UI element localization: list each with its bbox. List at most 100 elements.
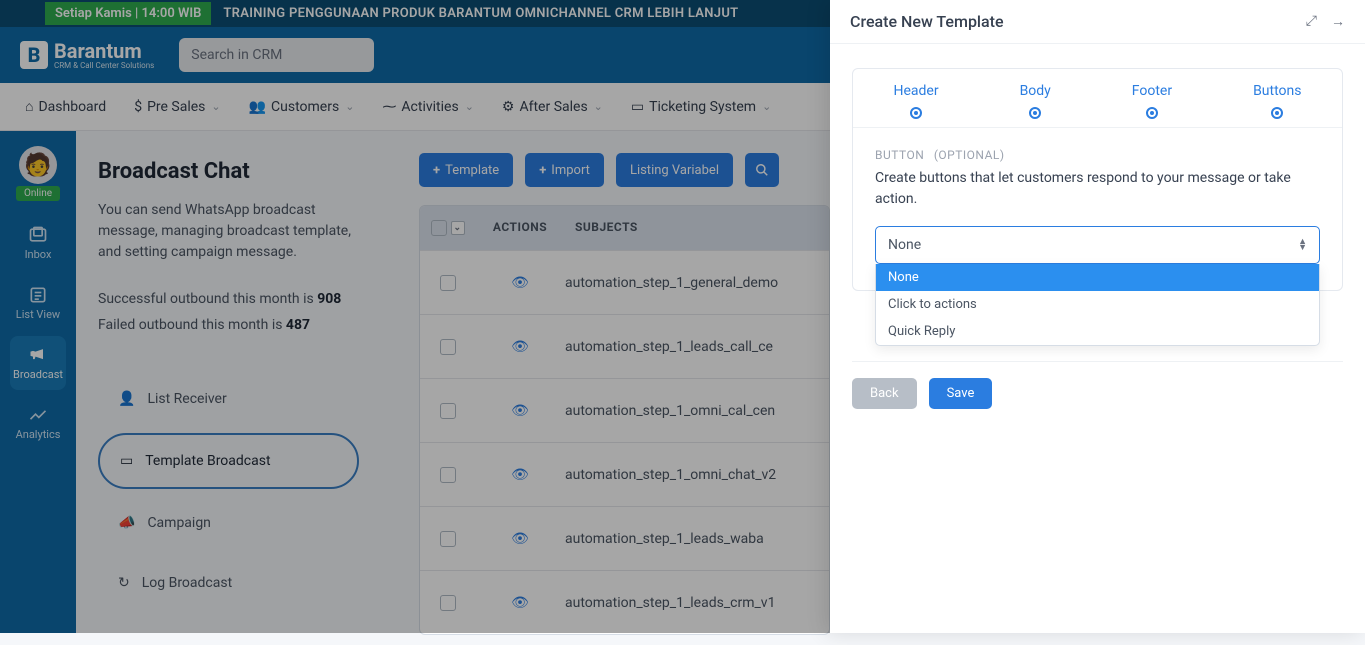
menu-item-label: List Receiver [147,391,226,407]
row-checkbox[interactable] [420,403,475,419]
sidebar-item-label: Broadcast [13,368,63,381]
nav-label: Dashboard [38,99,106,115]
select-dropdown: None Click to actions Quick Reply [875,264,1320,346]
sidebar-item-listview[interactable]: List View [10,276,66,330]
save-button[interactable]: Save [929,378,993,409]
step-dot-icon [1029,107,1041,119]
menu-item-template-broadcast[interactable]: ▭ Template Broadcast [98,433,359,489]
chevron-down-icon: ⌄ [762,100,771,113]
activity-icon: ⁓ [382,99,396,115]
step-label: Body [1020,83,1051,99]
row-view-action[interactable]: 👁 [475,531,565,547]
search-button[interactable] [745,153,779,187]
dropdown-option-quick-reply[interactable]: Quick Reply [876,318,1319,345]
row-checkbox[interactable] [420,467,475,483]
card-icon: ▭ [120,453,133,469]
home-icon: ⌂ [25,98,33,115]
template-button[interactable]: +Template [419,153,513,187]
nav-activities[interactable]: ⁓ Activities ⌄ [382,99,473,115]
dropdown-option-none[interactable]: None [876,264,1319,291]
select-box[interactable]: None ▲▼ [875,226,1320,264]
nav-label: Pre Sales [147,99,205,115]
row-view-action[interactable]: 👁 [475,403,565,419]
row-view-action[interactable]: 👁 [475,339,565,355]
search-input[interactable]: Search in CRM [179,38,374,72]
sidebar-item-broadcast[interactable]: Broadcast [10,336,66,390]
section-description: Create buttons that let customers respon… [875,168,1320,210]
eye-icon: 👁 [511,467,529,483]
menu-item-list-receiver[interactable]: 👤 List Receiver [98,373,359,425]
eye-icon: 👁 [511,403,529,419]
step-dot-icon [910,107,922,119]
chevron-down-icon[interactable]: ⌄ [451,221,465,235]
create-template-drawer: Create New Template ⤢ → Header Body Foot… [830,0,1365,633]
stat-failed: Failed outbound this month is 487 [98,317,359,333]
nav-aftersales[interactable]: ⚙ After Sales ⌄ [502,99,603,115]
stepper: Header Body Footer Buttons [853,69,1342,128]
status-badge: Online [16,186,60,201]
broadcast-table: ⌄ ACTIONS SUBJECTS 👁 automation_step_1_g… [419,205,830,635]
plus-icon: + [433,163,440,178]
folder-icon: ▭ [631,99,644,115]
step-label: Buttons [1253,83,1301,99]
dropdown-option-click-to-actions[interactable]: Click to actions [876,291,1319,318]
close-arrow-icon[interactable]: → [1331,13,1345,30]
row-checkbox[interactable] [420,531,475,547]
row-checkbox[interactable] [420,275,475,291]
drawer-footer: Back Save [852,361,1343,409]
step-header[interactable]: Header [893,83,938,119]
listing-variabel-button[interactable]: Listing Variabel [616,153,733,187]
menu-item-label: Campaign [147,515,210,531]
nav-customers[interactable]: 👥 Customers ⌄ [249,99,355,115]
content-panel: Broadcast Chat You can send WhatsApp bro… [76,131,381,645]
nav-ticketing[interactable]: ▭ Ticketing System ⌄ [631,99,771,115]
main-area: +Template +Import Listing Variabel ⌄ ACT… [381,131,830,633]
eye-icon: 👁 [511,531,529,547]
nav-label: Customers [271,99,339,115]
step-dot-icon [1146,107,1158,119]
nav-label: Ticketing System [649,99,756,115]
clock-icon: ↻ [118,575,130,591]
row-checkbox[interactable] [420,595,475,611]
nav-presales[interactable]: $ Pre Sales ⌄ [134,99,220,115]
list-icon [28,285,48,305]
step-body[interactable]: Body [1020,83,1051,119]
nav-dashboard[interactable]: ⌂ Dashboard [25,98,106,115]
expand-icon[interactable]: ⤢ [1306,13,1317,30]
back-button[interactable]: Back [852,378,917,409]
drawer-header: Create New Template ⤢ → [830,0,1365,44]
row-view-action[interactable]: 👁 [475,275,565,291]
horn-icon: 📣 [118,515,135,531]
step-footer[interactable]: Footer [1132,83,1172,119]
row-checkbox[interactable] [420,339,475,355]
select-value: None [888,237,921,253]
stat-success-label: Successful outbound this month is [98,291,317,307]
sidebar-item-label: Inbox [25,248,52,261]
stepper-card: Header Body Footer Buttons BUT [852,68,1343,291]
chevron-down-icon: ⌄ [211,100,220,113]
menu-item-log-broadcast[interactable]: ↻ Log Broadcast [98,557,359,609]
table-row: 👁 automation_step_1_leads_call_ce [420,314,829,378]
people-icon: 👥 [249,99,266,115]
brand-name: Barantum [54,41,154,61]
brand-logo[interactable]: B Barantum CRM & Call Center Solutions [20,41,154,70]
import-button[interactable]: +Import [525,153,604,187]
step-buttons[interactable]: Buttons [1253,83,1301,119]
table-row: 👁 automation_step_1_leads_crm_v1 [420,570,829,634]
nav-label: After Sales [519,99,587,115]
table-header: ⌄ ACTIONS SUBJECTS [420,206,829,250]
sidebar-item-analytics[interactable]: Analytics [10,396,66,450]
avatar[interactable]: 🧑 [19,146,57,184]
step-label: Footer [1132,83,1172,99]
menu-item-campaign[interactable]: 📣 Campaign [98,497,359,549]
row-view-action[interactable]: 👁 [475,467,565,483]
sidebar-item-label: List View [16,308,60,321]
th-checkbox[interactable]: ⌄ [420,206,475,250]
stat-success-count: 908 [317,291,341,307]
plus-icon: + [539,163,546,178]
th-actions: ACTIONS [475,206,565,250]
select-caret-icon: ▲▼ [1298,239,1307,251]
content-menu: 👤 List Receiver ▭ Template Broadcast 📣 C… [98,373,359,609]
sidebar-item-inbox[interactable]: Inbox [10,216,66,270]
row-view-action[interactable]: 👁 [475,595,565,611]
